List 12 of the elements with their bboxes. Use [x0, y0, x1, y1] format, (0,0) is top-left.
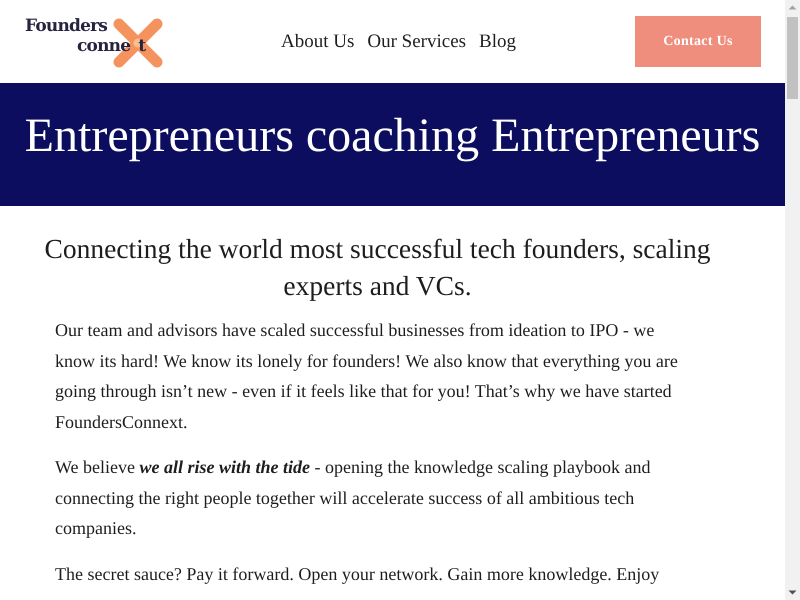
body-paragraph: We believe we all rise with the tide - opening the knowledge scaling playbook and connecting the right people together will accelerate success of all ambitious tech companies. — [54, 456, 652, 540]
logo-text: Founders — [25, 16, 108, 36]
scrollbar-thumb[interactable] — [787, 17, 798, 99]
logo-text: t — [138, 36, 146, 56]
section-heading: Connecting the world most successful tech founders, scaling experts and VCs. — [44, 232, 712, 303]
hero-title: Entrepreneurs coaching Entrepreneurs — [24, 108, 760, 162]
scrollbar[interactable] — [785, 0, 800, 600]
body-paragraph: The secret sauce? Pay it forward. Open your network. Gain more knowledge. Enjoy — [54, 562, 660, 586]
body-paragraph: Our team and advisors have scaled successful businesses from ideation to IPO - we know its hard! We know its lonely for founders! We also know that everything you are going through isn’t new - even if it feels like that for you! That’s why we have started FoundersConnext. — [54, 319, 679, 434]
nav-link[interactable]: About Us — [281, 30, 354, 54]
nav-link[interactable]: Blog — [479, 30, 516, 54]
nav-link[interactable]: Our Services — [367, 30, 466, 54]
